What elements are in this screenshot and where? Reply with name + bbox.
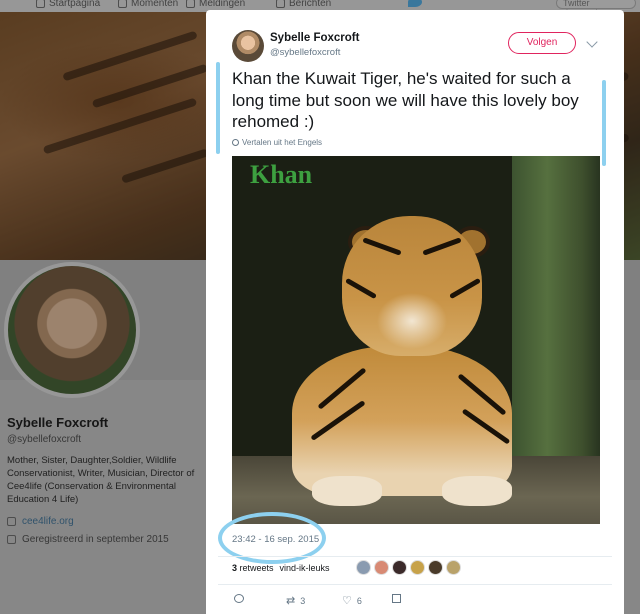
reply-button[interactable]: [234, 594, 249, 603]
like-button[interactable]: ♡ 6: [342, 594, 362, 607]
liker-avatar[interactable]: [392, 560, 407, 575]
liker-avatars: [356, 560, 461, 575]
follow-button[interactable]: Volgen: [508, 32, 576, 54]
liker-avatar[interactable]: [446, 560, 461, 575]
divider: [218, 584, 612, 585]
heart-icon: ♡: [342, 595, 352, 607]
tweet-modal: Sybelle Foxcroft @sybellefoxcroft Volgen…: [206, 10, 624, 614]
tweet-avatar[interactable]: [232, 30, 264, 62]
retweet-stat[interactable]: 3 retweets: [232, 563, 274, 573]
liker-avatar[interactable]: [356, 560, 371, 575]
dm-button[interactable]: [392, 594, 401, 603]
likes-stat[interactable]: vind-ik-leuks: [280, 563, 330, 573]
divider: [218, 556, 612, 557]
liker-avatar[interactable]: [374, 560, 389, 575]
liker-avatar[interactable]: [410, 560, 425, 575]
photo-caption: Khan: [250, 160, 313, 189]
retweet-icon: ⇄: [286, 595, 296, 607]
annotation-left-bracket: [216, 62, 220, 154]
dm-icon: [392, 594, 401, 603]
globe-icon: [232, 139, 239, 146]
like-action-count: 6: [356, 595, 362, 606]
likes-label: vind-ik-leuks: [279, 563, 330, 573]
tweet-text: Khan the Kuwait Tiger, he's waited for s…: [232, 69, 579, 131]
translate-label[interactable]: Vertalen uit het Engels: [242, 138, 322, 147]
retweets-label: retweets: [239, 563, 274, 573]
tweet-stats: 3 retweets vind-ik-leuks: [232, 563, 330, 573]
liker-avatar[interactable]: [428, 560, 443, 575]
tweet-author-name[interactable]: Sybelle Foxcroft: [270, 32, 359, 44]
annotation-right-bracket: [602, 80, 606, 166]
retweet-button[interactable]: ⇄ 3: [286, 594, 305, 607]
tweet-actions: ⇄ 3 ♡ 6: [232, 594, 612, 610]
reply-icon: [234, 594, 244, 603]
retweets-count: 3: [232, 563, 238, 573]
tweet-author-handle[interactable]: @sybellefoxcroft: [270, 47, 340, 58]
retweet-action-count: 3: [300, 595, 306, 606]
tweet-photo[interactable]: Khan: [232, 156, 600, 524]
translate-link[interactable]: Vertalen uit het Engels: [232, 138, 322, 147]
chevron-down-icon[interactable]: [586, 36, 598, 48]
